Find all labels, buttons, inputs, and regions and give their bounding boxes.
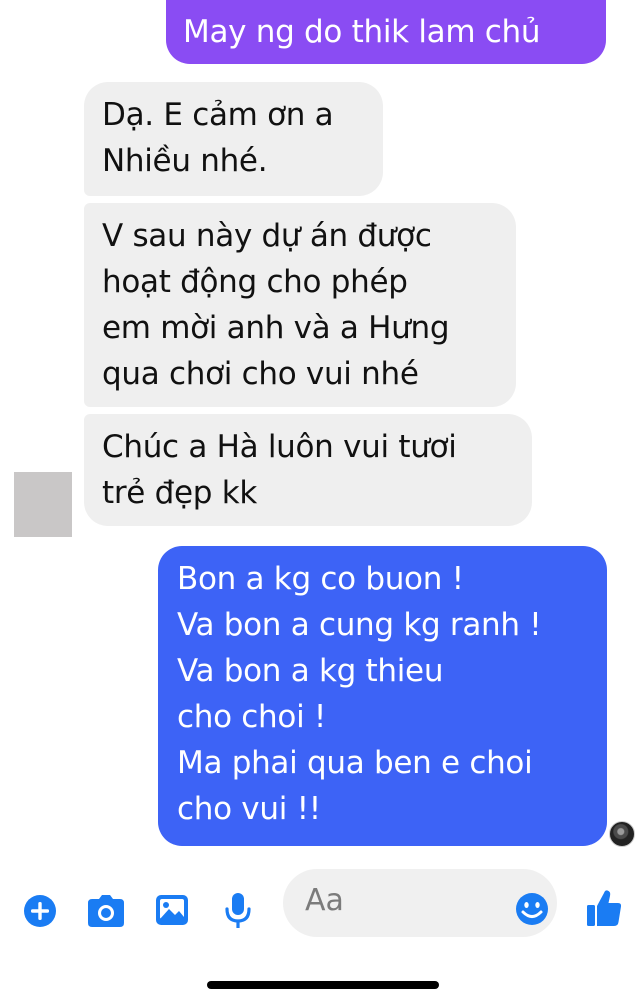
camera-icon[interactable] — [86, 894, 126, 928]
received-message-bubble[interactable]: Dạ. E cảm ơn a Nhiều nhé. — [84, 82, 383, 196]
image-icon[interactable] — [154, 893, 190, 927]
sent-message-bubble[interactable]: Bon a kg co buon ! Va bon a cung kg ranh… — [158, 546, 607, 846]
sender-avatar[interactable] — [14, 472, 72, 537]
seen-receipt-avatar — [609, 821, 635, 847]
received-message-bubble[interactable]: Chúc a Hà luôn vui tươi trẻ đẹp kk — [84, 414, 532, 526]
home-indicator[interactable] — [207, 981, 439, 989]
message-input-placeholder: Aa — [305, 883, 344, 918]
received-message-bubble[interactable]: V sau này dự án được hoạt động cho phép … — [84, 203, 516, 407]
thumbs-up-icon[interactable] — [585, 888, 623, 928]
sent-message-bubble[interactable]: May ng do thik lam chủ — [166, 0, 606, 64]
emoji-icon[interactable] — [514, 891, 550, 927]
plus-icon[interactable] — [22, 893, 58, 929]
microphone-icon[interactable] — [224, 891, 252, 931]
